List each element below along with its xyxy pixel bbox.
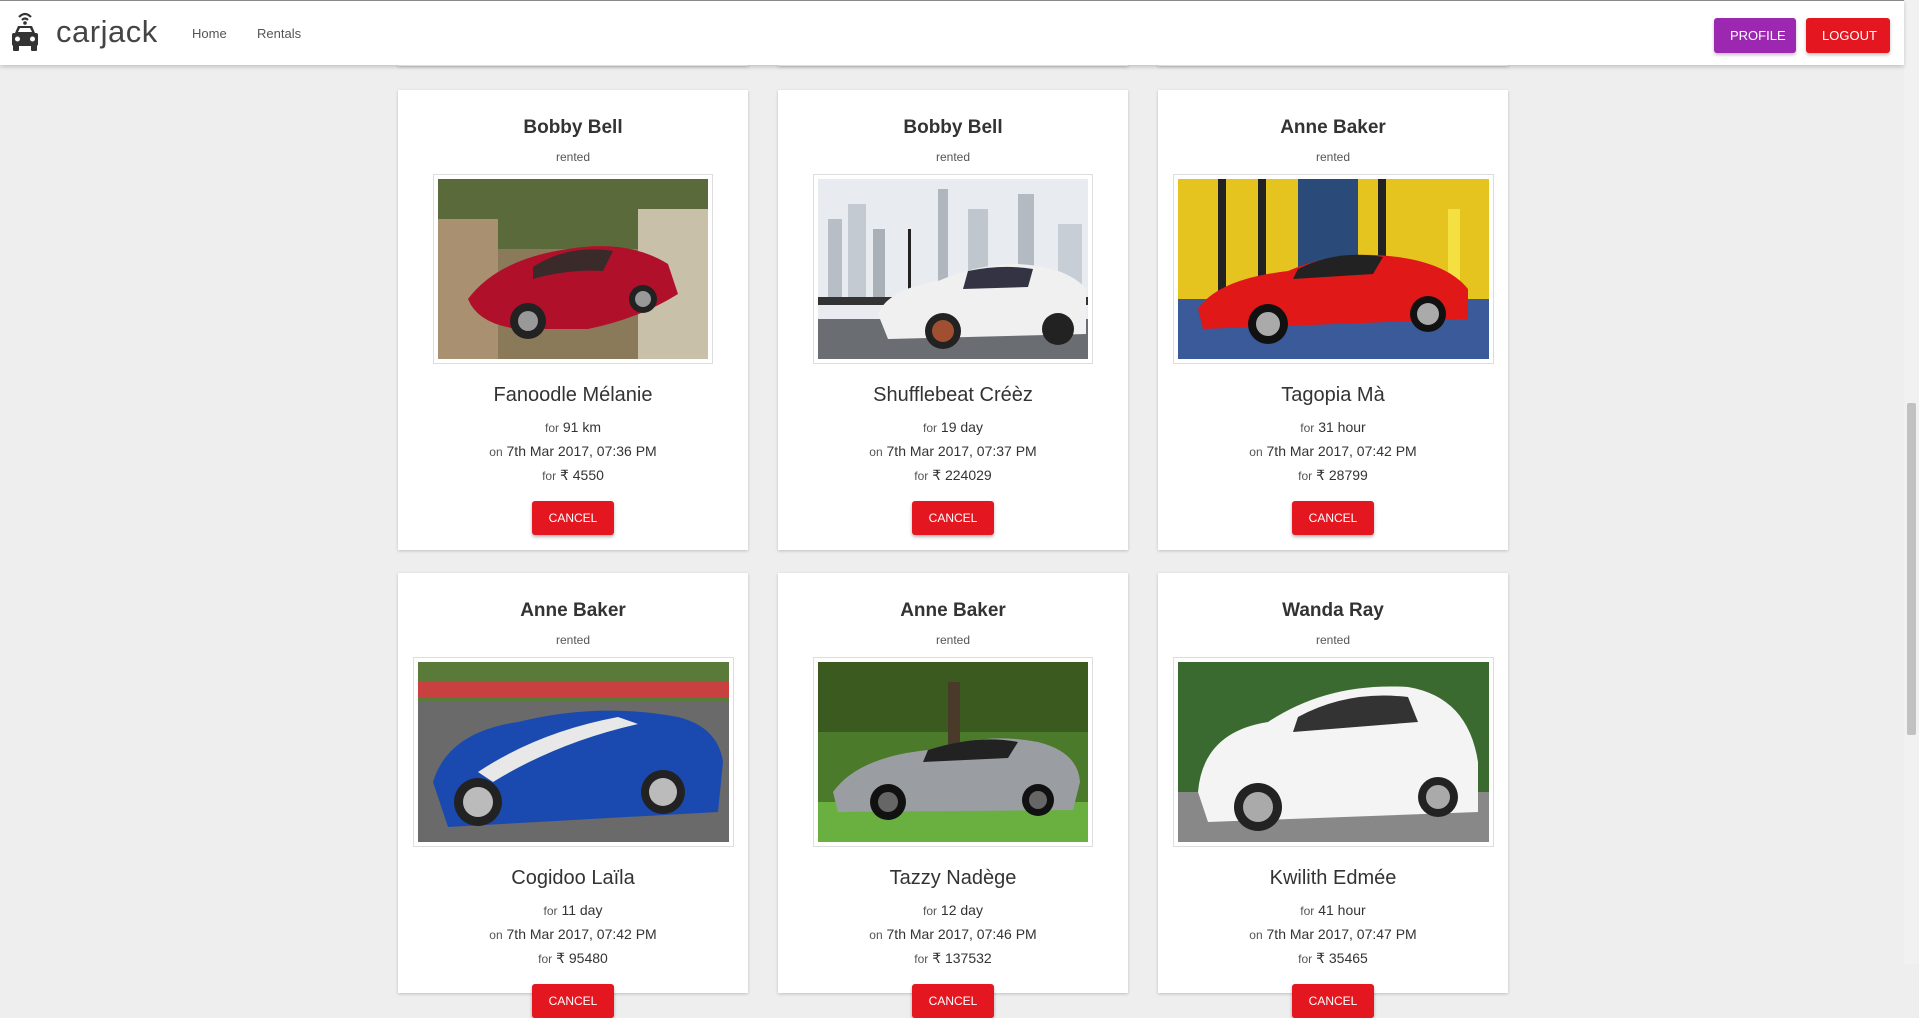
cancel-button[interactable]: CANCEL xyxy=(912,984,994,1018)
nav-rentals-link[interactable]: Rentals xyxy=(257,26,301,41)
brand-name: carjack xyxy=(56,14,158,49)
car-photo xyxy=(1177,662,1489,842)
rental-date: on 7th Mar 2017, 07:42 PM xyxy=(489,926,657,942)
car-photo-frame xyxy=(1172,174,1494,364)
rental-card: Bobby Bell rented Shufflebeat Créèz for … xyxy=(778,90,1128,550)
rental-date: on 7th Mar 2017, 07:46 PM xyxy=(869,926,1037,942)
rental-date: on 7th Mar 2017, 07:37 PM xyxy=(869,443,1037,459)
cancel-button[interactable]: CANCEL xyxy=(532,984,614,1018)
rental-date: on 7th Mar 2017, 07:47 PM xyxy=(1249,926,1417,942)
car-photo xyxy=(818,179,1088,359)
rental-status: rented xyxy=(555,150,591,164)
car-name: Tagopia Mà xyxy=(1281,384,1385,406)
car-photo-frame xyxy=(412,657,734,847)
car-name: Kwilith Edmée xyxy=(1269,867,1397,889)
profile-button[interactable]: PROFILE xyxy=(1714,18,1796,53)
car-photo-frame xyxy=(813,657,1093,847)
owner-name: Anne Baker xyxy=(900,600,1006,621)
car-photo xyxy=(818,662,1088,842)
owner-name: Bobby Bell xyxy=(523,117,623,138)
rental-status: rented xyxy=(555,633,591,647)
owner-name: Bobby Bell xyxy=(903,117,1003,138)
rental-price: for ₹ 28799 xyxy=(1298,467,1368,483)
car-photo-frame xyxy=(433,174,713,364)
rental-date: on 7th Mar 2017, 07:36 PM xyxy=(489,443,657,459)
taxi-logo-icon xyxy=(12,12,38,51)
rental-status: rented xyxy=(935,633,971,647)
car-photo-frame xyxy=(813,174,1093,364)
top-navbar: carjack Home Rentals PROFILE LOGOUT xyxy=(0,0,1904,65)
rental-card: Wanda Ray rented Kwilith Edmée for 41 ho… xyxy=(1158,573,1508,1018)
rental-price: for ₹ 4550 xyxy=(542,467,604,483)
scrollbar-thumb[interactable] xyxy=(1907,403,1916,735)
rental-card: Anne Baker rented Tazzy Nadège for 12 da… xyxy=(778,573,1128,1018)
car-photo xyxy=(438,179,708,359)
car-photo xyxy=(1177,179,1489,359)
page-scrollbar[interactable] xyxy=(1904,0,1919,964)
rental-status: rented xyxy=(935,150,971,164)
logout-button[interactable]: LOGOUT xyxy=(1806,18,1890,53)
rental-status: rented xyxy=(1315,633,1351,647)
car-name: Cogidoo Laïla xyxy=(511,867,635,889)
nav-home-link[interactable]: Home xyxy=(192,26,227,41)
rental-price: for ₹ 224029 xyxy=(914,467,992,483)
rental-card: Anne Baker rented Tagopia Mà for 31 hour… xyxy=(1158,90,1508,550)
rental-duration: for 91 km xyxy=(544,419,602,435)
car-name: Fanoodle Mélanie xyxy=(493,384,653,406)
rental-duration: for 19 day xyxy=(923,419,983,435)
rental-price: for ₹ 35465 xyxy=(1298,950,1368,966)
cancel-button[interactable]: CANCEL xyxy=(532,501,614,535)
owner-name: Anne Baker xyxy=(1280,117,1386,138)
rental-card: Anne Baker rented Cogidoo Laïla for 11 d… xyxy=(398,573,748,1018)
rental-card: Bobby Bell rented Fanoodle Mélanie for 9… xyxy=(398,90,748,550)
car-photo xyxy=(417,662,729,842)
rental-status: rented xyxy=(1315,150,1351,164)
car-name: Tazzy Nadège xyxy=(889,867,1017,889)
owner-name: Anne Baker xyxy=(520,600,626,621)
rental-duration: for 11 day xyxy=(543,902,603,918)
rental-duration: for 41 hour xyxy=(1300,902,1366,918)
cancel-button[interactable]: CANCEL xyxy=(1292,501,1374,535)
rental-duration: for 31 hour xyxy=(1300,419,1366,435)
car-name: Shufflebeat Créèz xyxy=(873,384,1033,406)
rental-date: on 7th Mar 2017, 07:42 PM xyxy=(1249,443,1417,459)
rental-price: for ₹ 137532 xyxy=(914,950,992,966)
owner-name: Wanda Ray xyxy=(1282,600,1384,621)
rental-price: for ₹ 95480 xyxy=(538,950,608,966)
cancel-button[interactable]: CANCEL xyxy=(1292,984,1374,1018)
car-photo-frame xyxy=(1172,657,1494,847)
cancel-button[interactable]: CANCEL xyxy=(912,501,994,535)
rental-duration: for 12 day xyxy=(923,902,983,918)
brand[interactable]: carjack xyxy=(9,11,158,53)
